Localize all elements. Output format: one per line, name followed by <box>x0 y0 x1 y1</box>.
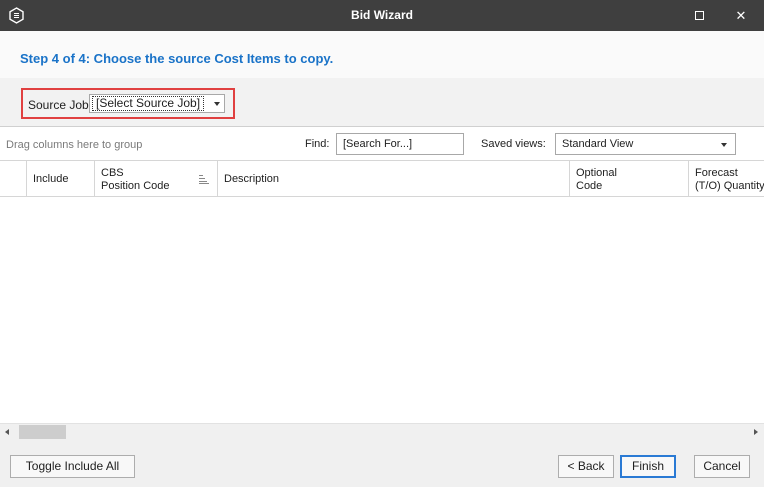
back-button[interactable]: < Back <box>558 455 614 478</box>
close-icon: ✕ <box>735 7 747 23</box>
group-panel[interactable]: Drag columns here to group Find: [Search… <box>0 127 764 161</box>
wizard-footer: Toggle Include All < Back Finish Cancel <box>0 440 764 487</box>
column-header-optional-line2: Code <box>576 180 603 192</box>
step-title: Step 4 of 4: Choose the source Cost Item… <box>20 51 334 66</box>
sort-icon <box>199 175 209 184</box>
maximize-icon <box>694 11 704 20</box>
grid-body[interactable] <box>0 197 764 423</box>
window-title: Bid Wizard <box>351 8 413 22</box>
saved-views-dropdown[interactable]: Standard View <box>555 133 736 155</box>
column-header-optional-code[interactable]: Optional Code <box>570 161 689 196</box>
column-header-cbs-position-code[interactable]: CBS Position Code <box>95 161 218 196</box>
scrollbar-thumb[interactable] <box>19 425 66 439</box>
column-header-forecast-line1: Forecast <box>695 167 738 179</box>
saved-view-value: Standard View <box>562 138 634 150</box>
source-job-label: Source Job: <box>28 98 93 112</box>
search-input[interactable]: [Search For...] <box>336 133 464 155</box>
toggle-include-all-button[interactable]: Toggle Include All <box>10 455 135 478</box>
row-indicator-header <box>0 161 27 196</box>
source-job-dropdown[interactable]: [Select Source Job] <box>89 94 225 113</box>
column-header-include[interactable]: Include <box>27 161 95 196</box>
column-header-forecast-line2: (T/O) Quantity <box>695 180 764 192</box>
scroll-left-icon[interactable] <box>5 429 9 435</box>
cancel-button[interactable]: Cancel <box>694 455 750 478</box>
step-header: Step 4 of 4: Choose the source Cost Item… <box>0 31 764 78</box>
title-bar: Bid Wizard ✕ <box>0 0 764 31</box>
column-header-optional-line1: Optional <box>576 167 617 179</box>
close-button[interactable]: ✕ <box>722 0 760 31</box>
cost-items-grid: Drag columns here to group Find: [Search… <box>0 126 764 440</box>
column-header-forecast-quantity[interactable]: Forecast (T/O) Quantity <box>689 161 764 196</box>
chevron-down-icon <box>214 102 220 106</box>
find-label: Find: <box>305 138 330 150</box>
horizontal-scrollbar[interactable] <box>0 423 764 440</box>
saved-views-label: Saved views: <box>481 138 546 150</box>
maximize-button[interactable] <box>680 0 718 31</box>
column-header-description[interactable]: Description <box>218 161 570 196</box>
column-header-row: Include CBS Position Code Description Op… <box>0 161 764 197</box>
scroll-right-icon[interactable] <box>754 429 758 435</box>
chevron-down-icon <box>721 143 727 147</box>
source-job-row: Source Job: [Select Source Job] <box>0 78 764 126</box>
finish-button[interactable]: Finish <box>620 455 676 478</box>
source-job-value: [Select Source Job] <box>92 96 205 111</box>
group-hint: Drag columns here to group <box>6 139 143 151</box>
